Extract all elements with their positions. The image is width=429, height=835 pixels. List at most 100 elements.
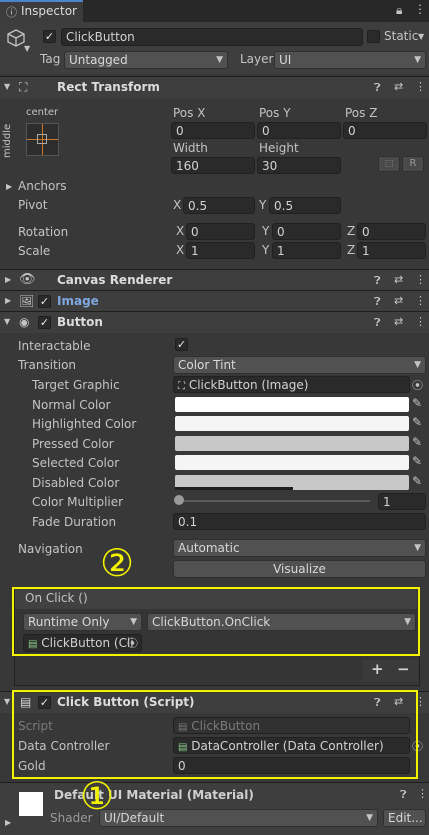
foldout-closed-icon[interactable]: ▶ bbox=[5, 275, 11, 284]
blueprint-button[interactable]: ⬚ bbox=[378, 156, 400, 172]
presets-icon[interactable]: ⇄ bbox=[394, 315, 403, 328]
foldout-closed-icon[interactable]: ▶ bbox=[5, 818, 11, 827]
scale-x-field[interactable]: 1 bbox=[186, 242, 255, 259]
object-name-field[interactable]: ClickButton bbox=[61, 28, 363, 46]
layer-dropdown[interactable]: UI ▼ bbox=[274, 51, 426, 69]
color-multiplier-label: Color Multiplier bbox=[32, 495, 124, 509]
selected-color-swatch[interactable] bbox=[175, 455, 409, 470]
transition-dropdown[interactable]: Color Tint ▼ bbox=[173, 356, 426, 374]
tab-inspector[interactable]: ⓘ Inspector bbox=[0, 0, 83, 22]
alpha-bar bbox=[175, 487, 293, 490]
foldout-open-icon[interactable]: ▼ bbox=[4, 82, 10, 91]
add-listener-button[interactable]: + bbox=[371, 660, 384, 678]
eyedropper-icon[interactable]: ✎ bbox=[412, 454, 422, 468]
width-field[interactable]: 160 bbox=[171, 157, 255, 174]
canvas-renderer-header[interactable]: ▶ 👁︎ Canvas Renderer ❓︎ ⇄ ⋮ bbox=[0, 269, 429, 291]
foldout-closed-icon[interactable]: ▶ bbox=[5, 296, 11, 305]
image-enabled-checkbox[interactable]: ✓ bbox=[38, 295, 51, 308]
rot-x-field[interactable]: 0 bbox=[186, 223, 255, 240]
eyedropper-icon[interactable]: ✎ bbox=[412, 396, 422, 410]
anchors-foldout-icon[interactable]: ▶ bbox=[6, 182, 12, 191]
transition-value: Color Tint bbox=[178, 358, 236, 372]
more-icon[interactable]: ⋮ bbox=[415, 273, 426, 286]
target-graphic-label: Target Graphic bbox=[32, 378, 120, 392]
foldout-open-icon[interactable]: ▼ bbox=[4, 317, 10, 326]
more-icon[interactable]: ⋮ bbox=[415, 80, 426, 93]
help-icon[interactable]: ❓︎ bbox=[374, 316, 381, 330]
tab-title: Inspector bbox=[21, 4, 77, 18]
layer-value: UI bbox=[279, 53, 292, 67]
static-dropdown-icon[interactable]: ▼ bbox=[418, 32, 424, 41]
rotation-label: Rotation bbox=[18, 225, 69, 239]
visualize-label: Visualize bbox=[273, 562, 326, 576]
shader-dropdown[interactable]: UI/Default ▼ bbox=[99, 809, 378, 827]
help-icon[interactable]: ❓︎ bbox=[400, 788, 407, 802]
pivot-label: Pivot bbox=[18, 198, 48, 212]
pivot-x-field[interactable]: 0.5 bbox=[183, 197, 255, 214]
rect-transform-header[interactable]: ▼ ⛶ Rect Transform ❓︎ ⇄ ⋮ bbox=[0, 76, 429, 98]
height-field[interactable]: 30 bbox=[257, 157, 341, 174]
active-checkbox[interactable]: ✓ bbox=[43, 30, 56, 43]
navigation-dropdown[interactable]: Automatic ▼ bbox=[173, 539, 426, 557]
help-icon[interactable]: ❓︎ bbox=[374, 274, 381, 288]
remove-listener-button[interactable]: − bbox=[397, 660, 410, 678]
pos-z-field[interactable]: 0 bbox=[343, 122, 427, 139]
anchor-v-label: middle bbox=[2, 123, 13, 158]
rot-z-field[interactable]: 0 bbox=[357, 223, 426, 240]
presets-icon[interactable]: ⇄ bbox=[394, 294, 403, 307]
button-enabled-checkbox[interactable]: ✓ bbox=[38, 316, 51, 329]
interactable-checkbox[interactable]: ✓ bbox=[175, 338, 188, 351]
color-multiplier-field[interactable]: 1 bbox=[378, 493, 426, 510]
visualize-button[interactable]: Visualize bbox=[173, 560, 426, 578]
button-header[interactable]: ▼ ◉ ✓ Button ❓︎ ⇄ ⋮ bbox=[0, 311, 429, 333]
color-multiplier-track[interactable] bbox=[178, 500, 370, 502]
more-icon[interactable]: ⋮ bbox=[415, 294, 426, 307]
button-component-icon: ◉ bbox=[19, 315, 30, 329]
anchor-presets-button[interactable] bbox=[26, 123, 59, 156]
static-checkbox[interactable] bbox=[367, 30, 380, 43]
eyedropper-icon[interactable]: ✎ bbox=[412, 474, 422, 488]
transition-label: Transition bbox=[18, 358, 77, 372]
normal-color-label: Normal Color bbox=[32, 398, 111, 412]
edit-shader-button[interactable]: Edit... bbox=[383, 809, 426, 827]
more-icon[interactable]: ⋮ bbox=[415, 315, 426, 328]
navigation-value: Automatic bbox=[178, 541, 240, 555]
pos-x-label: Pos X bbox=[173, 106, 206, 120]
scale-z-field[interactable]: 1 bbox=[357, 242, 426, 259]
help-icon[interactable]: ❓︎ bbox=[374, 81, 381, 95]
image-ref-icon: ⛶ bbox=[178, 381, 185, 392]
eyedropper-icon[interactable]: ✎ bbox=[412, 415, 422, 429]
scale-y-field[interactable]: 1 bbox=[272, 242, 341, 259]
normal-color-swatch[interactable] bbox=[175, 397, 409, 412]
fade-duration-field[interactable]: 0.1 bbox=[173, 513, 426, 530]
material-preview bbox=[19, 792, 43, 816]
scale-y-label: Y bbox=[262, 243, 270, 257]
more-icon[interactable]: ⋮ bbox=[417, 787, 428, 800]
raw-edit-button[interactable]: R bbox=[402, 156, 424, 172]
interactable-label: Interactable bbox=[18, 339, 91, 353]
eye-icon: 👁︎ bbox=[19, 272, 36, 287]
pos-y-field[interactable]: 0 bbox=[257, 122, 341, 139]
pressed-color-swatch[interactable] bbox=[175, 436, 409, 451]
lock-icon[interactable]: 🔒︎ bbox=[396, 3, 402, 18]
object-picker-icon[interactable]: ⦿ bbox=[412, 377, 423, 393]
rot-y-field[interactable]: 0 bbox=[272, 223, 341, 240]
image-icon: 🖼︎ bbox=[19, 294, 35, 308]
foldout-open-icon[interactable]: ▼ bbox=[4, 697, 10, 706]
help-icon[interactable]: ❓︎ bbox=[374, 295, 381, 309]
presets-icon[interactable]: ⇄ bbox=[394, 273, 403, 286]
pivot-y-field[interactable]: 0.5 bbox=[269, 197, 341, 214]
pos-x-field[interactable]: 0 bbox=[171, 122, 255, 139]
chevron-down-icon[interactable]: ▼ bbox=[24, 44, 30, 53]
eyedropper-icon[interactable]: ✎ bbox=[412, 435, 422, 449]
target-graphic-field[interactable]: ⛶ ClickButton (Image) bbox=[173, 376, 410, 393]
pos-z-label: Pos Z bbox=[345, 106, 378, 120]
image-header[interactable]: ▶ 🖼︎ ✓ Image ❓︎ ⇄ ⋮ bbox=[0, 290, 429, 312]
anchors-label[interactable]: Anchors bbox=[18, 179, 67, 193]
color-multiplier-thumb[interactable] bbox=[174, 495, 184, 505]
highlighted-color-swatch[interactable] bbox=[175, 416, 409, 431]
presets-icon[interactable]: ⇄ bbox=[394, 80, 403, 93]
menu-icon[interactable]: ⋮ bbox=[414, 2, 426, 16]
tag-dropdown[interactable]: Untagged ▼ bbox=[64, 51, 228, 69]
pos-y-label: Pos Y bbox=[259, 106, 291, 120]
